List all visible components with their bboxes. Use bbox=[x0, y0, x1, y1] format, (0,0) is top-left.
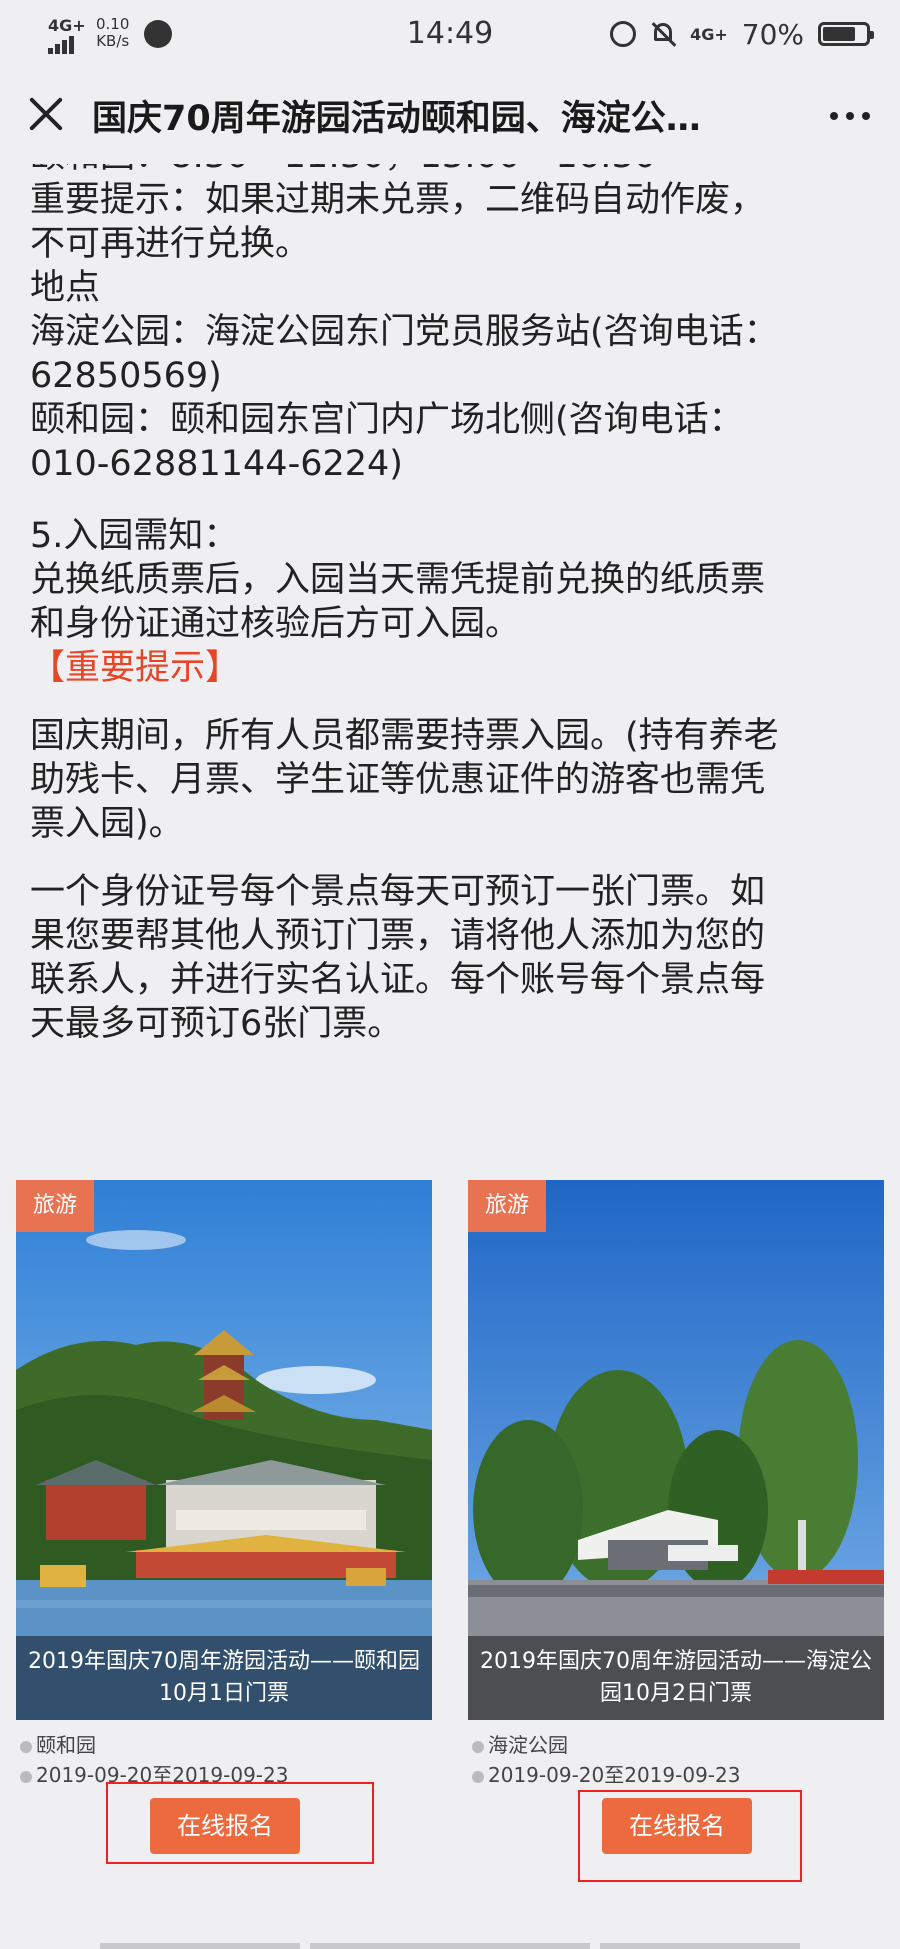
bottom-divider bbox=[600, 1943, 800, 1949]
article-line: 和身份证通过核验后方可入园。 bbox=[30, 604, 521, 644]
summer-palace-photo[interactable]: 旅游 2019年国庆70周年游园活动——颐和园10月1日门票 bbox=[16, 1180, 432, 1720]
category-tag: 旅游 bbox=[16, 1180, 94, 1232]
article-line: 天最多可预订6张门票。 bbox=[30, 1004, 403, 1044]
highlight-box bbox=[578, 1790, 802, 1882]
card-caption: 2019年国庆70周年游园活动——颐和园10月1日门票 bbox=[16, 1636, 432, 1720]
article-line: 兑换纸质票后，入园当天需凭提前兑换的纸质票 bbox=[30, 560, 766, 600]
article-line: 不可再进行兑换。 bbox=[30, 224, 311, 264]
battery-icon bbox=[818, 22, 874, 46]
article-line: 一个身份证号每个景点每天可预订一张门票。如 bbox=[30, 872, 766, 912]
location-icon bbox=[472, 1740, 484, 1753]
mute-bell-icon bbox=[650, 21, 676, 47]
card-caption: 2019年国庆70周年游园活动——海淀公园10月2日门票 bbox=[468, 1636, 884, 1720]
article-line: 62850569) bbox=[30, 356, 222, 396]
more-options-icon[interactable] bbox=[830, 112, 870, 120]
article-line: 果您要帮其他人预订门票，请将他人添加为您的 bbox=[30, 916, 766, 956]
article-content[interactable]: 颐和园：8:30—11:30，13:00—16:30 重要提示：如果过期未兑票，… bbox=[0, 164, 900, 1949]
clock-icon bbox=[472, 1770, 484, 1783]
network-type-right: 4G+ bbox=[690, 24, 728, 44]
card-location: 海淀公园 bbox=[488, 1733, 568, 1757]
close-icon[interactable] bbox=[26, 94, 66, 134]
clock-icon bbox=[20, 1770, 32, 1783]
article-line: 助残卡、月票、学生证等优惠证件的游客也需凭 bbox=[30, 760, 766, 800]
haidian-park-photo[interactable]: 旅游 2019年国庆70周年游园活动——海淀公园10月2日门票 bbox=[468, 1180, 884, 1720]
article-line: 010-62881144-6224) bbox=[30, 444, 403, 484]
article-line: 地点 bbox=[30, 268, 101, 308]
location-icon bbox=[20, 1740, 32, 1753]
section-title: 5.入园需知： bbox=[30, 516, 239, 556]
article-line: 颐和园：8:30—11:30，13:00—16:30 bbox=[30, 164, 880, 178]
ticket-card-summer-palace[interactable]: 旅游 2019年国庆70周年游园活动——颐和园10月1日门票 颐和园 2019-… bbox=[16, 1180, 432, 1854]
card-dates: 2019-09-20至2019-09-23 bbox=[488, 1763, 741, 1787]
card-meta: 海淀公园 2019-09-20至2019-09-23 bbox=[468, 1730, 884, 1790]
article-line: 票入园)。 bbox=[30, 804, 184, 844]
bottom-divider bbox=[310, 1943, 590, 1949]
status-right: 4G+ 70% bbox=[610, 14, 874, 54]
category-tag: 旅游 bbox=[468, 1180, 546, 1232]
status-bar: 4G+ 0.10 KB/s 14:49 4G+ 70% bbox=[0, 0, 900, 68]
article-line: 国庆期间，所有人员都需要持票入园。(持有养老 bbox=[30, 716, 779, 756]
alarm-icon bbox=[610, 21, 637, 47]
bottom-divider bbox=[100, 1943, 300, 1949]
card-meta: 颐和园 2019-09-20至2019-09-23 bbox=[16, 1730, 432, 1790]
article-line: 重要提示：如果过期未兑票，二维码自动作废， bbox=[30, 180, 766, 220]
card-location: 颐和园 bbox=[36, 1733, 96, 1757]
ticket-card-haidian-park[interactable]: 旅游 2019年国庆70周年游园活动——海淀公园10月2日门票 海淀公园 201… bbox=[468, 1180, 884, 1854]
article-line: 颐和园：颐和园东宫门内广场北侧(咨询电话： bbox=[30, 400, 744, 440]
title-bar: 国庆70周年游园活动颐和园、海淀公… bbox=[0, 68, 900, 164]
highlight-box bbox=[106, 1782, 374, 1864]
article-body: 颐和园：8:30—11:30，13:00—16:30 重要提示：如果过期未兑票，… bbox=[30, 164, 880, 1046]
important-notice-heading: 【重要提示】 bbox=[30, 648, 241, 688]
article-line: 联系人，并进行实名认证。每个账号每个景点每 bbox=[30, 960, 766, 1000]
article-line: 海淀公园：海淀公园东门党员服务站(咨询电话： bbox=[30, 312, 779, 352]
page-title: 国庆70周年游园活动颐和园、海淀公… bbox=[92, 99, 701, 139]
battery-percent: 70% bbox=[741, 17, 804, 51]
